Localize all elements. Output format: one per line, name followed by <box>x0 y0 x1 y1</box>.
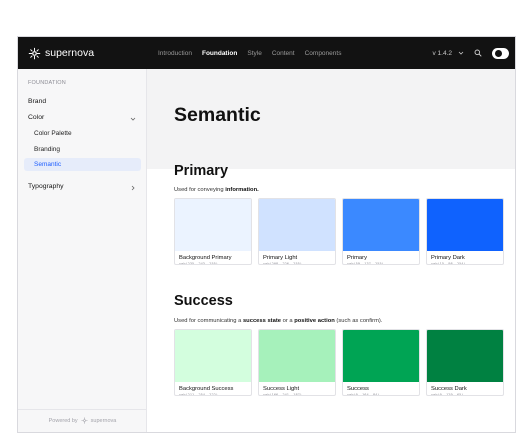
page-title: Semantic <box>174 104 261 126</box>
nav-content[interactable]: Content <box>272 50 295 57</box>
color-value: rgb(166, 241, 187) <box>263 393 302 396</box>
color-name: Primary Dark <box>431 255 465 261</box>
color-name: Success <box>347 386 369 392</box>
color-swatch <box>259 330 335 382</box>
supernova-logo-icon <box>81 417 88 424</box>
color-swatch <box>427 199 503 251</box>
chevron-down-icon <box>130 117 136 121</box>
color-name: Background Success <box>179 386 234 392</box>
sidebar-item-brand[interactable]: Brand <box>28 98 46 105</box>
color-name: Success Dark <box>431 386 467 392</box>
top-bar: supernova Introduction Foundation Style … <box>18 37 515 69</box>
color-value: rgb(211, 254, 222) <box>179 393 218 396</box>
sidebar-item-color-palette[interactable]: Color Palette <box>24 127 141 140</box>
color-name: Background Primary <box>179 255 232 261</box>
desc-text: Used for communicating a <box>174 318 243 324</box>
section-desc-success: Used for communicating a success state o… <box>174 318 382 324</box>
nav-foundation[interactable]: Foundation <box>202 50 237 57</box>
sidebar-item-label: Semantic <box>34 161 62 168</box>
desc-text: (such as confirm). <box>334 318 383 324</box>
nav-style[interactable]: Style <box>247 50 261 57</box>
color-card-primary[interactable]: Primary rgb(59, 137, 255) <box>342 198 420 265</box>
sidebar-item-branding[interactable]: Branding <box>24 143 141 156</box>
color-card-primary-light[interactable]: Primary Light rgb(208, 226, 255) <box>258 198 336 265</box>
color-value: rgb(0, 129, 65) <box>431 393 464 396</box>
desc-text: or a <box>280 318 295 324</box>
desc-bold: positive action <box>294 318 335 324</box>
powered-by[interactable]: Powered by supernova <box>18 417 147 424</box>
chevron-down-icon <box>458 51 464 55</box>
chevron-right-icon <box>131 185 135 191</box>
color-value: rgb(208, 226, 255) <box>263 262 302 265</box>
section-title-success: Success <box>174 293 233 309</box>
brand-logo[interactable]: supernova <box>28 45 94 61</box>
theme-toggle[interactable] <box>492 47 509 59</box>
sidebar-item-label: Color Palette <box>34 130 72 137</box>
supernova-logo-icon <box>28 47 41 59</box>
sidebar: FOUNDATION Brand Color Color Palette Bra… <box>18 69 147 432</box>
sidebar-item-typography[interactable]: Typography <box>28 183 64 190</box>
color-swatch <box>259 199 335 251</box>
top-nav: Introduction Foundation Style Content Co… <box>158 37 341 69</box>
color-card-background-success[interactable]: Background Success rgb(211, 254, 222) <box>174 329 252 396</box>
version-selector[interactable]: v 1.4.2 <box>432 50 464 57</box>
nav-components[interactable]: Components <box>305 50 342 57</box>
top-right-controls: v 1.4.2 <box>432 37 509 69</box>
search-icon[interactable] <box>474 49 482 57</box>
color-value: rgb(59, 137, 255) <box>347 262 384 265</box>
color-swatch <box>175 199 251 251</box>
color-card-background-primary[interactable]: Background Primary rgb(235, 243, 255) <box>174 198 252 265</box>
color-value: rgb(15, 98, 254) <box>431 262 466 265</box>
sidebar-section-label: FOUNDATION <box>28 80 66 86</box>
desc-text: Used for conveying <box>174 187 226 193</box>
app-window: supernova Introduction Foundation Style … <box>17 36 516 433</box>
color-card-primary-dark[interactable]: Primary Dark rgb(15, 98, 254) <box>426 198 504 265</box>
sidebar-divider <box>18 409 147 410</box>
sidebar-item-semantic[interactable]: Semantic <box>24 158 141 171</box>
color-name: Primary Light <box>263 255 298 261</box>
page-header: Semantic <box>147 69 515 169</box>
brand-name: supernova <box>45 47 95 59</box>
powered-by-label: Powered by <box>48 417 78 424</box>
color-value: rgb(235, 243, 255) <box>179 262 218 265</box>
powered-by-brand: supernova <box>90 417 117 424</box>
color-swatch <box>343 199 419 251</box>
sidebar-item-color[interactable]: Color <box>28 114 44 121</box>
color-name: Primary <box>347 255 367 261</box>
desc-bold: success state <box>242 318 281 324</box>
desc-bold: information. <box>225 187 259 193</box>
color-card-success-dark[interactable]: Success Dark rgb(0, 129, 65) <box>426 329 504 396</box>
color-swatch <box>427 330 503 382</box>
section-desc-primary: Used for conveying information. <box>174 187 259 193</box>
color-swatch <box>175 330 251 382</box>
nav-introduction[interactable]: Introduction <box>158 50 192 57</box>
color-card-success-light[interactable]: Success Light rgb(166, 241, 187) <box>258 329 336 396</box>
color-value: rgb(0, 164, 84) <box>347 393 380 396</box>
section-title-primary: Primary <box>174 163 229 179</box>
color-swatch <box>343 330 419 382</box>
sidebar-item-label: Branding <box>34 146 61 153</box>
color-card-success[interactable]: Success rgb(0, 164, 84) <box>342 329 420 396</box>
version-label: v 1.4.2 <box>432 49 452 57</box>
color-name: Success Light <box>263 386 300 392</box>
